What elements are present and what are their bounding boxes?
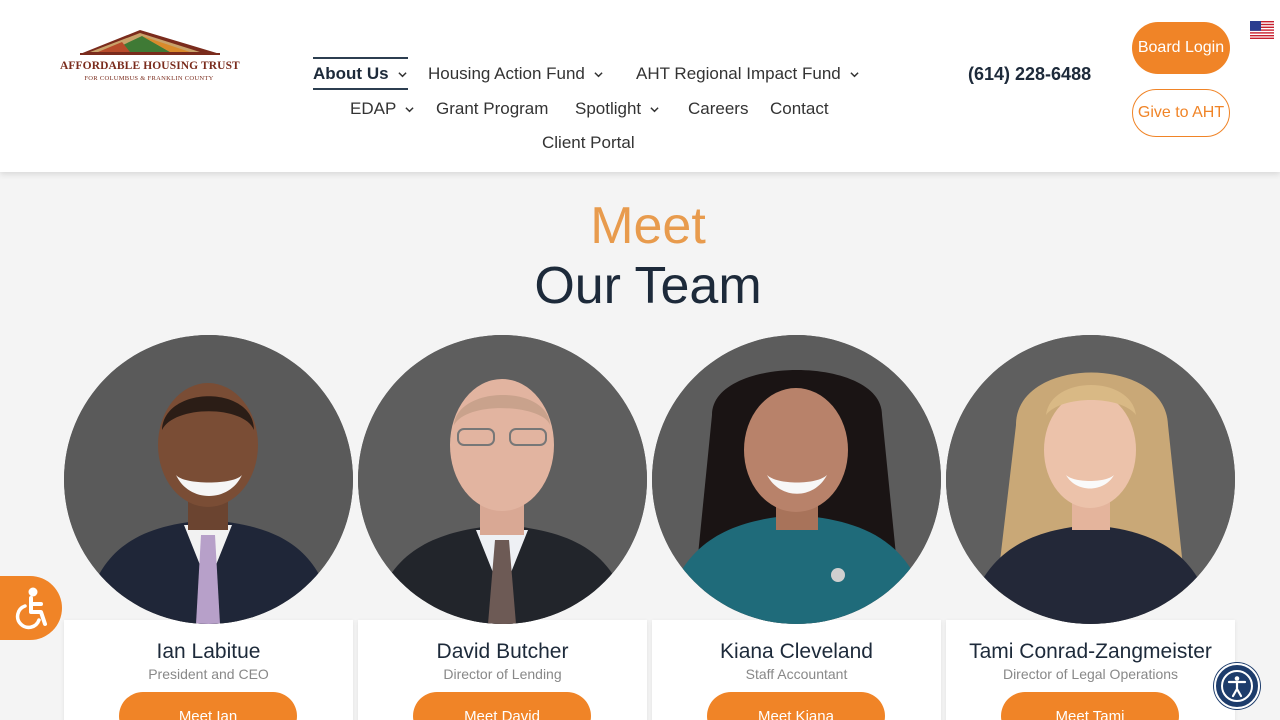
chevron-down-icon [594,71,603,77]
member-role: Director of Lending [443,666,562,682]
accessibility-menu-button[interactable] [1214,663,1260,709]
member-photo[interactable] [946,335,1235,624]
chevron-down-icon [397,71,407,77]
accessibility-person-icon [1221,670,1253,702]
nav-regional-impact-fund-label: AHT Regional Impact Fund [636,64,841,83]
active-indicator-bottom [313,88,408,90]
nav-contact-label: Contact [770,99,829,118]
nav-about-us[interactable]: About Us [313,64,407,84]
member-name: David Butcher [436,640,569,663]
chevron-down-icon [650,106,659,112]
member-role: Director of Legal Operations [1002,666,1179,682]
nav-housing-action-fund[interactable]: Housing Action Fund [428,64,603,84]
active-indicator-top [313,57,408,59]
phone-number-link[interactable]: (614) 228-6488 [968,64,1091,85]
us-flag-icon[interactable] [1250,21,1274,39]
meet-member-button[interactable]: Meet Ian [119,692,297,720]
nav-grant-program-label: Grant Program [436,99,549,118]
member-name: Ian Labitue [156,640,261,663]
nav-client-portal[interactable]: Client Portal [542,133,635,153]
nav-spotlight-label: Spotlight [575,99,642,118]
logo-subtitle: FOR COLUMBUS & FRANKLIN COUNTY [84,75,214,82]
accessibility-toggle-button[interactable] [0,576,62,640]
site-logo[interactable]: AFFORDABLE HOUSING TRUST FOR COLUMBUS & … [60,28,240,88]
nav-edap[interactable]: EDAP [350,99,414,119]
nav-contact[interactable]: Contact [770,99,829,119]
member-photo[interactable] [652,335,941,624]
nav-careers-label: Careers [688,99,749,118]
nav-housing-action-fund-label: Housing Action Fund [428,64,585,83]
meet-member-button[interactable]: Meet David [413,692,591,720]
team-card: Tami Conrad-Zangmeister Director of Lega… [946,620,1235,720]
nav-client-portal-label: Client Portal [542,133,635,152]
wheelchair-icon [15,587,47,630]
chevron-down-icon [405,106,414,112]
nav-about-us-label: About Us [313,64,389,83]
meet-member-button[interactable]: Meet Kiana [707,692,885,720]
nav-careers[interactable]: Careers [688,99,748,119]
chevron-down-icon [850,71,859,77]
nav-regional-impact-fund[interactable]: AHT Regional Impact Fund [636,64,859,84]
team-card: David Butcher Director of Lending Meet D… [358,620,647,720]
member-name: Kiana Cleveland [720,640,873,663]
member-role: President and CEO [148,666,269,682]
team-card: Ian Labitue President and CEO Meet Ian [64,620,353,720]
site-header: AFFORDABLE HOUSING TRUST FOR COLUMBUS & … [0,0,1280,172]
member-photo[interactable] [64,335,353,624]
member-name: Tami Conrad-Zangmeister [969,640,1212,663]
member-role: Staff Accountant [745,666,848,682]
nav-grant-program[interactable]: Grant Program [436,99,548,119]
nav-spotlight[interactable]: Spotlight [575,99,659,119]
board-login-button[interactable]: Board Login [1132,22,1230,74]
logo-title: AFFORDABLE HOUSING TRUST [60,60,240,72]
team-card: Kiana Cleveland Staff Accountant Meet Ki… [652,620,941,720]
heading-our-team: Our Team [534,257,762,315]
member-photo[interactable] [358,335,647,624]
roof-logo-icon [80,30,220,55]
heading-meet: Meet [590,197,706,255]
nav-edap-label: EDAP [350,99,397,118]
meet-member-button[interactable]: Meet Tami [1001,692,1179,720]
give-to-aht-button[interactable]: Give to AHT [1132,89,1230,137]
